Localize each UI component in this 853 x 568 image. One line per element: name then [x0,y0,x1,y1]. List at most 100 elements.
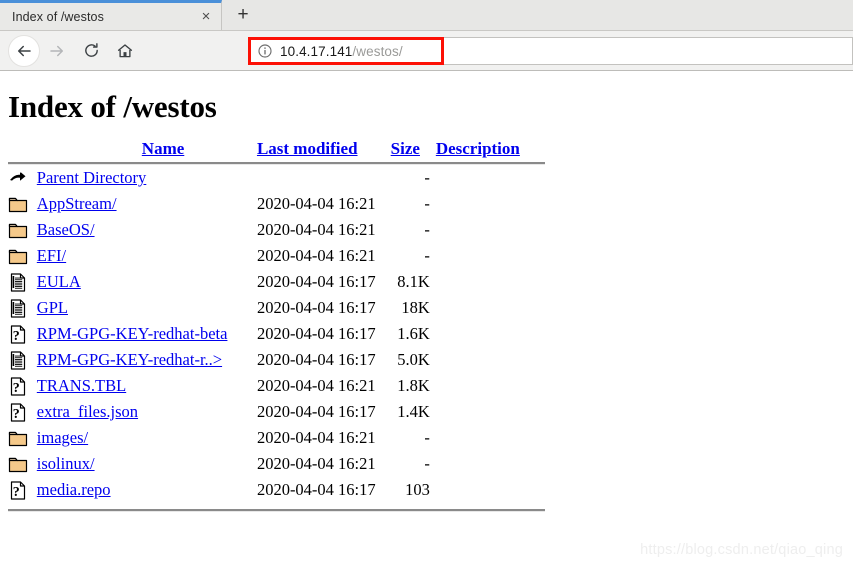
row-description-cell [432,399,545,425]
file-link[interactable]: RPM-GPG-KEY-redhat-r..> [37,350,222,369]
row-icon-cell [8,243,37,269]
row-icon-cell: ? [8,477,37,503]
row-name-cell: Parent Directory [37,165,257,191]
watermark: https://blog.csdn.net/qiao_qing [640,542,843,558]
table-row: ? RPM-GPG-KEY-redhat-beta 2020-04-04 16:17… [8,321,545,347]
arrow-left-icon [18,45,31,56]
info-icon[interactable] [257,43,273,59]
home-button[interactable] [108,34,142,68]
row-description-cell [432,451,545,477]
row-date-cell: 2020-04-04 16:17 [256,402,376,421]
file-link[interactable]: RPM-GPG-KEY-redhat-beta [37,324,228,343]
row-date-cell: 2020-04-04 16:17 [256,298,376,317]
browser-tab[interactable]: Index of /westos × [0,0,222,30]
row-name-cell: RPM-GPG-KEY-redhat-r..> [37,347,257,373]
new-tab-button[interactable]: + [222,0,264,30]
svg-text:?: ? [13,407,20,422]
column-header-description[interactable]: Description [432,139,545,162]
row-description-cell [432,425,545,451]
sort-by-name-link[interactable]: Name [142,139,184,158]
row-size-cell: - [424,428,430,447]
text-icon [10,351,26,370]
text-icon [10,273,26,292]
row-description-cell [432,191,545,217]
reload-icon [84,43,98,57]
row-description-cell [432,269,545,295]
navigation-toolbar: 10.4.17.141/westos/ [0,30,853,71]
folder-icon [8,197,28,213]
table-row: Parent Directory - [8,165,545,191]
file-link[interactable]: AppStream/ [37,194,117,213]
row-name-cell: images/ [37,425,257,451]
file-link[interactable]: images/ [37,428,88,447]
file-link[interactable]: EFI/ [37,246,66,265]
reload-button[interactable] [74,34,108,68]
row-date-cell: 2020-04-04 16:21 [256,428,376,447]
close-icon[interactable]: × [197,8,215,26]
svg-text:?: ? [13,329,20,344]
sort-by-date-link[interactable]: Last modified [257,139,358,158]
sort-by-size-link[interactable]: Size [391,139,420,158]
table-row: ? TRANS.TBL 2020-04-04 16:21 1.8K [8,373,545,399]
directory-listing-page: Index of /westos Name Last modified Size… [0,71,853,568]
row-size-cell: - [424,194,430,213]
footer-divider-cell [8,503,545,512]
home-icon [117,43,133,57]
back-icon [10,171,26,181]
row-icon-cell [8,217,37,243]
file-link[interactable]: media.repo [37,480,111,499]
unknown-icon: ? [10,377,26,396]
folder-icon [8,249,28,265]
row-name-cell: RPM-GPG-KEY-redhat-beta [37,321,257,347]
row-date-cell: 2020-04-04 16:21 [256,194,376,213]
row-size-cell: 1.8K [397,376,430,395]
row-size-cell: 103 [405,480,430,499]
column-header-name[interactable]: Name [37,139,257,162]
file-link[interactable]: isolinux/ [37,454,95,473]
sort-by-description-link[interactable]: Description [436,139,520,158]
row-size-cell: - [424,454,430,473]
row-size-cell: 1.4K [397,402,430,421]
footer-divider-row [8,503,545,512]
address-bar[interactable]: 10.4.17.141/westos/ [248,37,853,65]
back-button[interactable] [8,34,40,67]
tab-strip: Index of /westos × + [0,0,853,30]
row-size-cell: - [424,220,430,239]
row-description-cell [432,373,545,399]
svg-text:?: ? [13,485,20,500]
directory-listing-table: Name Last modified Size Description Pare… [8,139,545,512]
table-row: BaseOS/2020-04-04 16:21 - [8,217,545,243]
table-header-row: Name Last modified Size Description [8,139,545,162]
row-name-cell: TRANS.TBL [37,373,257,399]
table-row: AppStream/2020-04-04 16:21 - [8,191,545,217]
folder-icon [8,223,28,239]
table-row: EFI/2020-04-04 16:21 - [8,243,545,269]
column-header-last-modified[interactable]: Last modified [257,139,391,162]
row-icon-cell [8,191,37,217]
forward-button[interactable] [40,34,74,68]
file-link[interactable]: TRANS.TBL [37,376,126,395]
file-link[interactable]: BaseOS/ [37,220,95,239]
file-link[interactable]: EULA [37,272,81,291]
row-date-cell: 2020-04-04 16:21 [256,376,376,395]
column-header-size[interactable]: Size [391,139,432,162]
folder-icon [8,431,28,447]
table-row: ? media.repo 2020-04-04 16:17 103 [8,477,545,503]
file-link[interactable]: GPL [37,298,68,317]
row-icon-cell [8,295,37,321]
table-row: ? extra_files.json 2020-04-04 16:17 1.4K [8,399,545,425]
row-size-cell: 5.0K [397,350,430,369]
row-date-cell: 2020-04-04 16:21 [256,246,376,265]
row-date-cell: 2020-04-04 16:21 [256,454,376,473]
row-name-cell: EFI/ [37,243,257,269]
file-link[interactable]: extra_files.json [37,402,138,421]
svg-text:?: ? [13,381,20,396]
table-row: isolinux/2020-04-04 16:21 - [8,451,545,477]
row-icon-cell [8,165,37,191]
page-title: Index of /westos [8,89,217,124]
row-icon-cell: ? [8,321,37,347]
row-icon-cell [8,347,37,373]
file-link[interactable]: Parent Directory [37,168,147,187]
row-date-cell: 2020-04-04 16:21 [256,220,376,239]
row-description-cell [432,165,545,191]
